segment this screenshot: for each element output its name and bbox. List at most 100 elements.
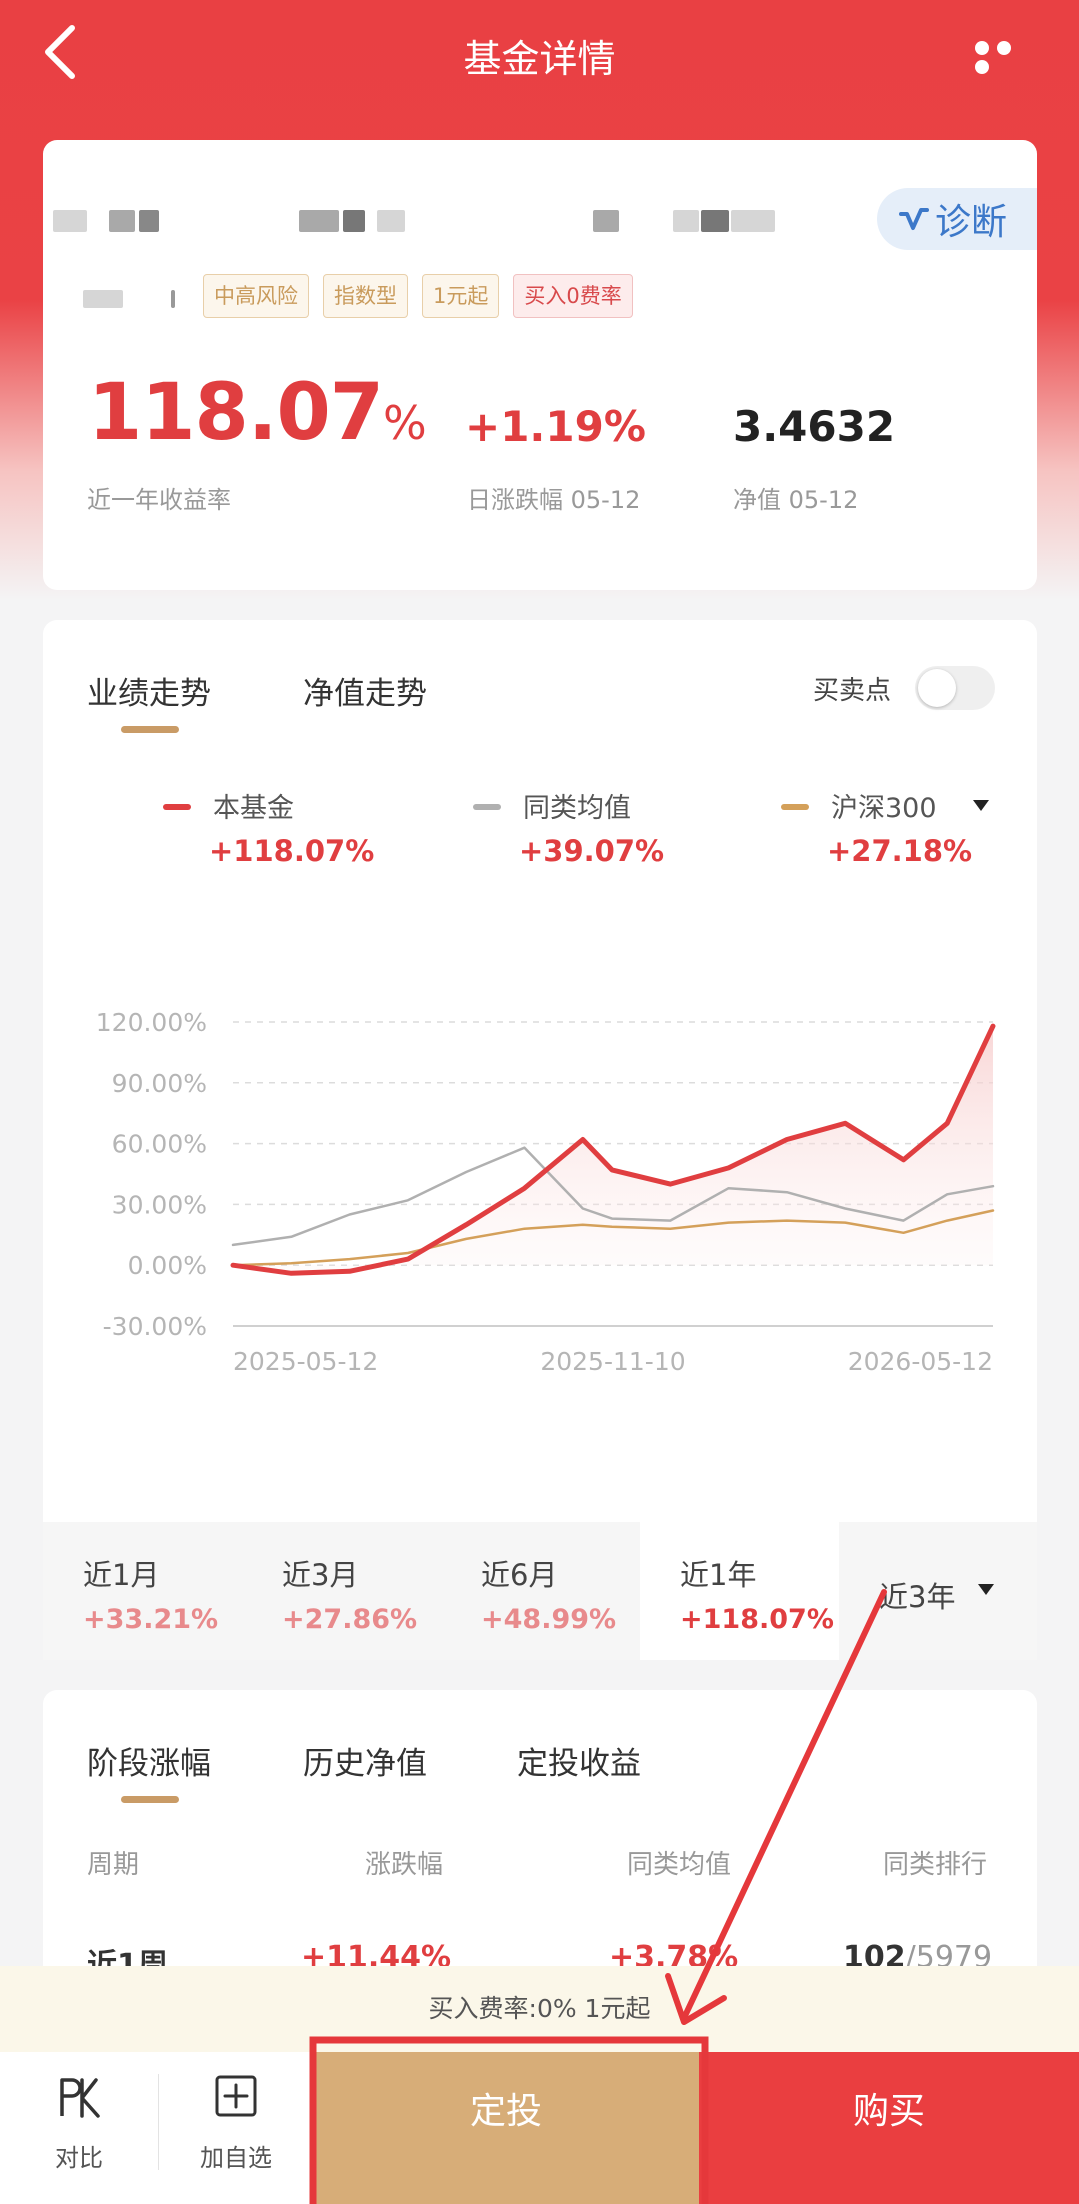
data-point	[669, 1183, 671, 1185]
tag-min-amount: 1元起	[422, 274, 500, 318]
buy-button[interactable]: 购买	[699, 2052, 1079, 2204]
compare-label: 对比	[55, 2144, 103, 2172]
period-3y[interactable]: 近3年	[839, 1522, 1038, 1660]
series-area-fund	[233, 1026, 993, 1274]
column-header-rank: 同类排行	[883, 1850, 988, 1880]
data-point	[728, 1187, 730, 1189]
data-point	[844, 1122, 846, 1124]
data-point	[349, 1270, 351, 1272]
daily-change: +1.19%	[465, 402, 646, 451]
column-header-period: 周期	[87, 1850, 140, 1880]
column-header-peer-avg: 同类均值	[627, 1850, 732, 1880]
more-icon[interactable]	[975, 40, 1039, 74]
data-point	[582, 1208, 584, 1209]
data-point	[992, 1185, 994, 1187]
x-tick-label: 2025-05-12	[233, 1347, 378, 1376]
period-dropdown-icon[interactable]	[978, 1584, 994, 1595]
period-selector: 近1月 +33.21% 近3月 +27.86% 近6月 +48.99% 近1年 …	[43, 1522, 1037, 1660]
column-header-change: 涨跌幅	[365, 1850, 444, 1880]
data-point	[946, 1122, 948, 1124]
one-year-return-label: 近一年收益率	[87, 486, 231, 514]
benchmark-dropdown-icon[interactable]	[973, 800, 989, 811]
add-to-watchlist-button[interactable]: 加自选	[159, 2052, 313, 2204]
data-point	[407, 1252, 409, 1254]
tab-history-nav[interactable]: 历史净值	[303, 1738, 427, 1783]
data-point	[844, 1208, 846, 1209]
data-point	[669, 1228, 671, 1230]
fee-note: 买入费率:0% 1元起	[0, 1966, 1079, 2052]
period-3m[interactable]: 近3月 +27.86%	[242, 1522, 441, 1660]
y-tick-label: 120.00%	[96, 1008, 207, 1037]
period-1y[interactable]: 近1年 +118.07%	[640, 1522, 839, 1660]
tab-performance[interactable]: 业绩走势	[87, 668, 211, 713]
data-point	[903, 1232, 904, 1234]
data-point	[786, 1220, 788, 1222]
data-point	[407, 1258, 409, 1260]
tab-stage-returns[interactable]: 阶段涨幅	[87, 1738, 211, 1783]
daily-change-label: 日涨跌幅 05-12	[467, 486, 641, 514]
diagnose-label: 诊断	[935, 202, 1008, 243]
data-point	[524, 1147, 525, 1149]
diagnose-button[interactable]: 诊断	[877, 188, 1037, 250]
y-tick-label: 60.00%	[112, 1130, 207, 1159]
tab-sip-returns[interactable]: 定投收益	[517, 1738, 641, 1783]
add-to-watchlist-label: 加自选	[200, 2144, 272, 2172]
data-point	[290, 1236, 292, 1238]
nav-bar: 基金详情	[0, 0, 1079, 110]
buy-sell-points-label: 买卖点	[813, 676, 892, 706]
tag-fee: 买入0费率	[513, 274, 633, 318]
performance-card: 业绩走势 净值走势 买卖点 本基金 +118.07% 同类均值 +39.07% …	[43, 620, 1037, 1660]
tab-nav-trend[interactable]: 净值走势	[303, 668, 427, 713]
tab-active-indicator	[121, 1796, 179, 1803]
data-point	[611, 1226, 613, 1228]
data-point	[728, 1167, 730, 1169]
pulse-icon	[899, 208, 929, 230]
data-point	[611, 1169, 613, 1171]
pk-icon	[60, 2078, 100, 2118]
data-point	[232, 1264, 234, 1266]
data-point	[946, 1193, 948, 1195]
data-point	[290, 1272, 292, 1274]
data-point	[582, 1139, 584, 1140]
y-tick-label: 90.00%	[112, 1069, 207, 1098]
fund-summary-card: 诊断 中高风险 指数型 1元起 买入0费率 118.07% 近一年收益率 +1.…	[43, 140, 1037, 590]
add-square-icon	[215, 2075, 257, 2117]
buy-sell-points-toggle[interactable]	[915, 666, 995, 710]
data-point	[946, 1220, 948, 1222]
x-tick-label: 2025-11-10	[540, 1347, 685, 1376]
data-point	[786, 1139, 788, 1140]
compare-button[interactable]: 对比	[0, 2052, 158, 2204]
data-point	[349, 1258, 351, 1260]
sip-button[interactable]: 定投	[313, 2052, 699, 2204]
tab-active-indicator	[121, 726, 179, 733]
data-point	[582, 1224, 584, 1226]
data-point	[465, 1171, 467, 1173]
data-point	[524, 1187, 525, 1189]
tag-risk: 中高风险	[203, 274, 309, 318]
x-tick-label: 2026-05-12	[848, 1347, 993, 1376]
data-point	[349, 1214, 351, 1215]
data-point	[844, 1222, 846, 1224]
data-point	[786, 1191, 788, 1193]
data-point	[232, 1244, 234, 1246]
tag-type: 指数型	[323, 274, 408, 318]
data-point	[524, 1228, 525, 1230]
data-point	[465, 1238, 467, 1240]
page-title: 基金详情	[463, 37, 616, 81]
data-point	[728, 1222, 730, 1224]
data-point	[407, 1199, 409, 1201]
data-point	[992, 1025, 994, 1027]
data-point	[465, 1224, 467, 1226]
stage-returns-card: 阶段涨幅 历史净值 定投收益 周期 涨跌幅 同类均值 同类排行 近1周 +11.…	[43, 1690, 1037, 1990]
data-point	[611, 1218, 613, 1220]
period-6m[interactable]: 近6月 +48.99%	[441, 1522, 640, 1660]
net-asset-value-label: 净值 05-12	[733, 486, 859, 514]
period-1m[interactable]: 近1月 +33.21%	[43, 1522, 242, 1660]
data-point	[992, 1210, 994, 1211]
bottom-action-bar: 对比 加自选 定投 购买	[0, 2052, 1079, 2204]
data-point	[903, 1220, 904, 1222]
performance-chart: 120.00% 90.00% 60.00% 30.00% 0.00% -30.00% 202…	[96, 1008, 996, 1376]
net-asset-value: 3.4632	[733, 402, 896, 451]
data-point	[290, 1262, 292, 1264]
data-point	[903, 1159, 904, 1161]
